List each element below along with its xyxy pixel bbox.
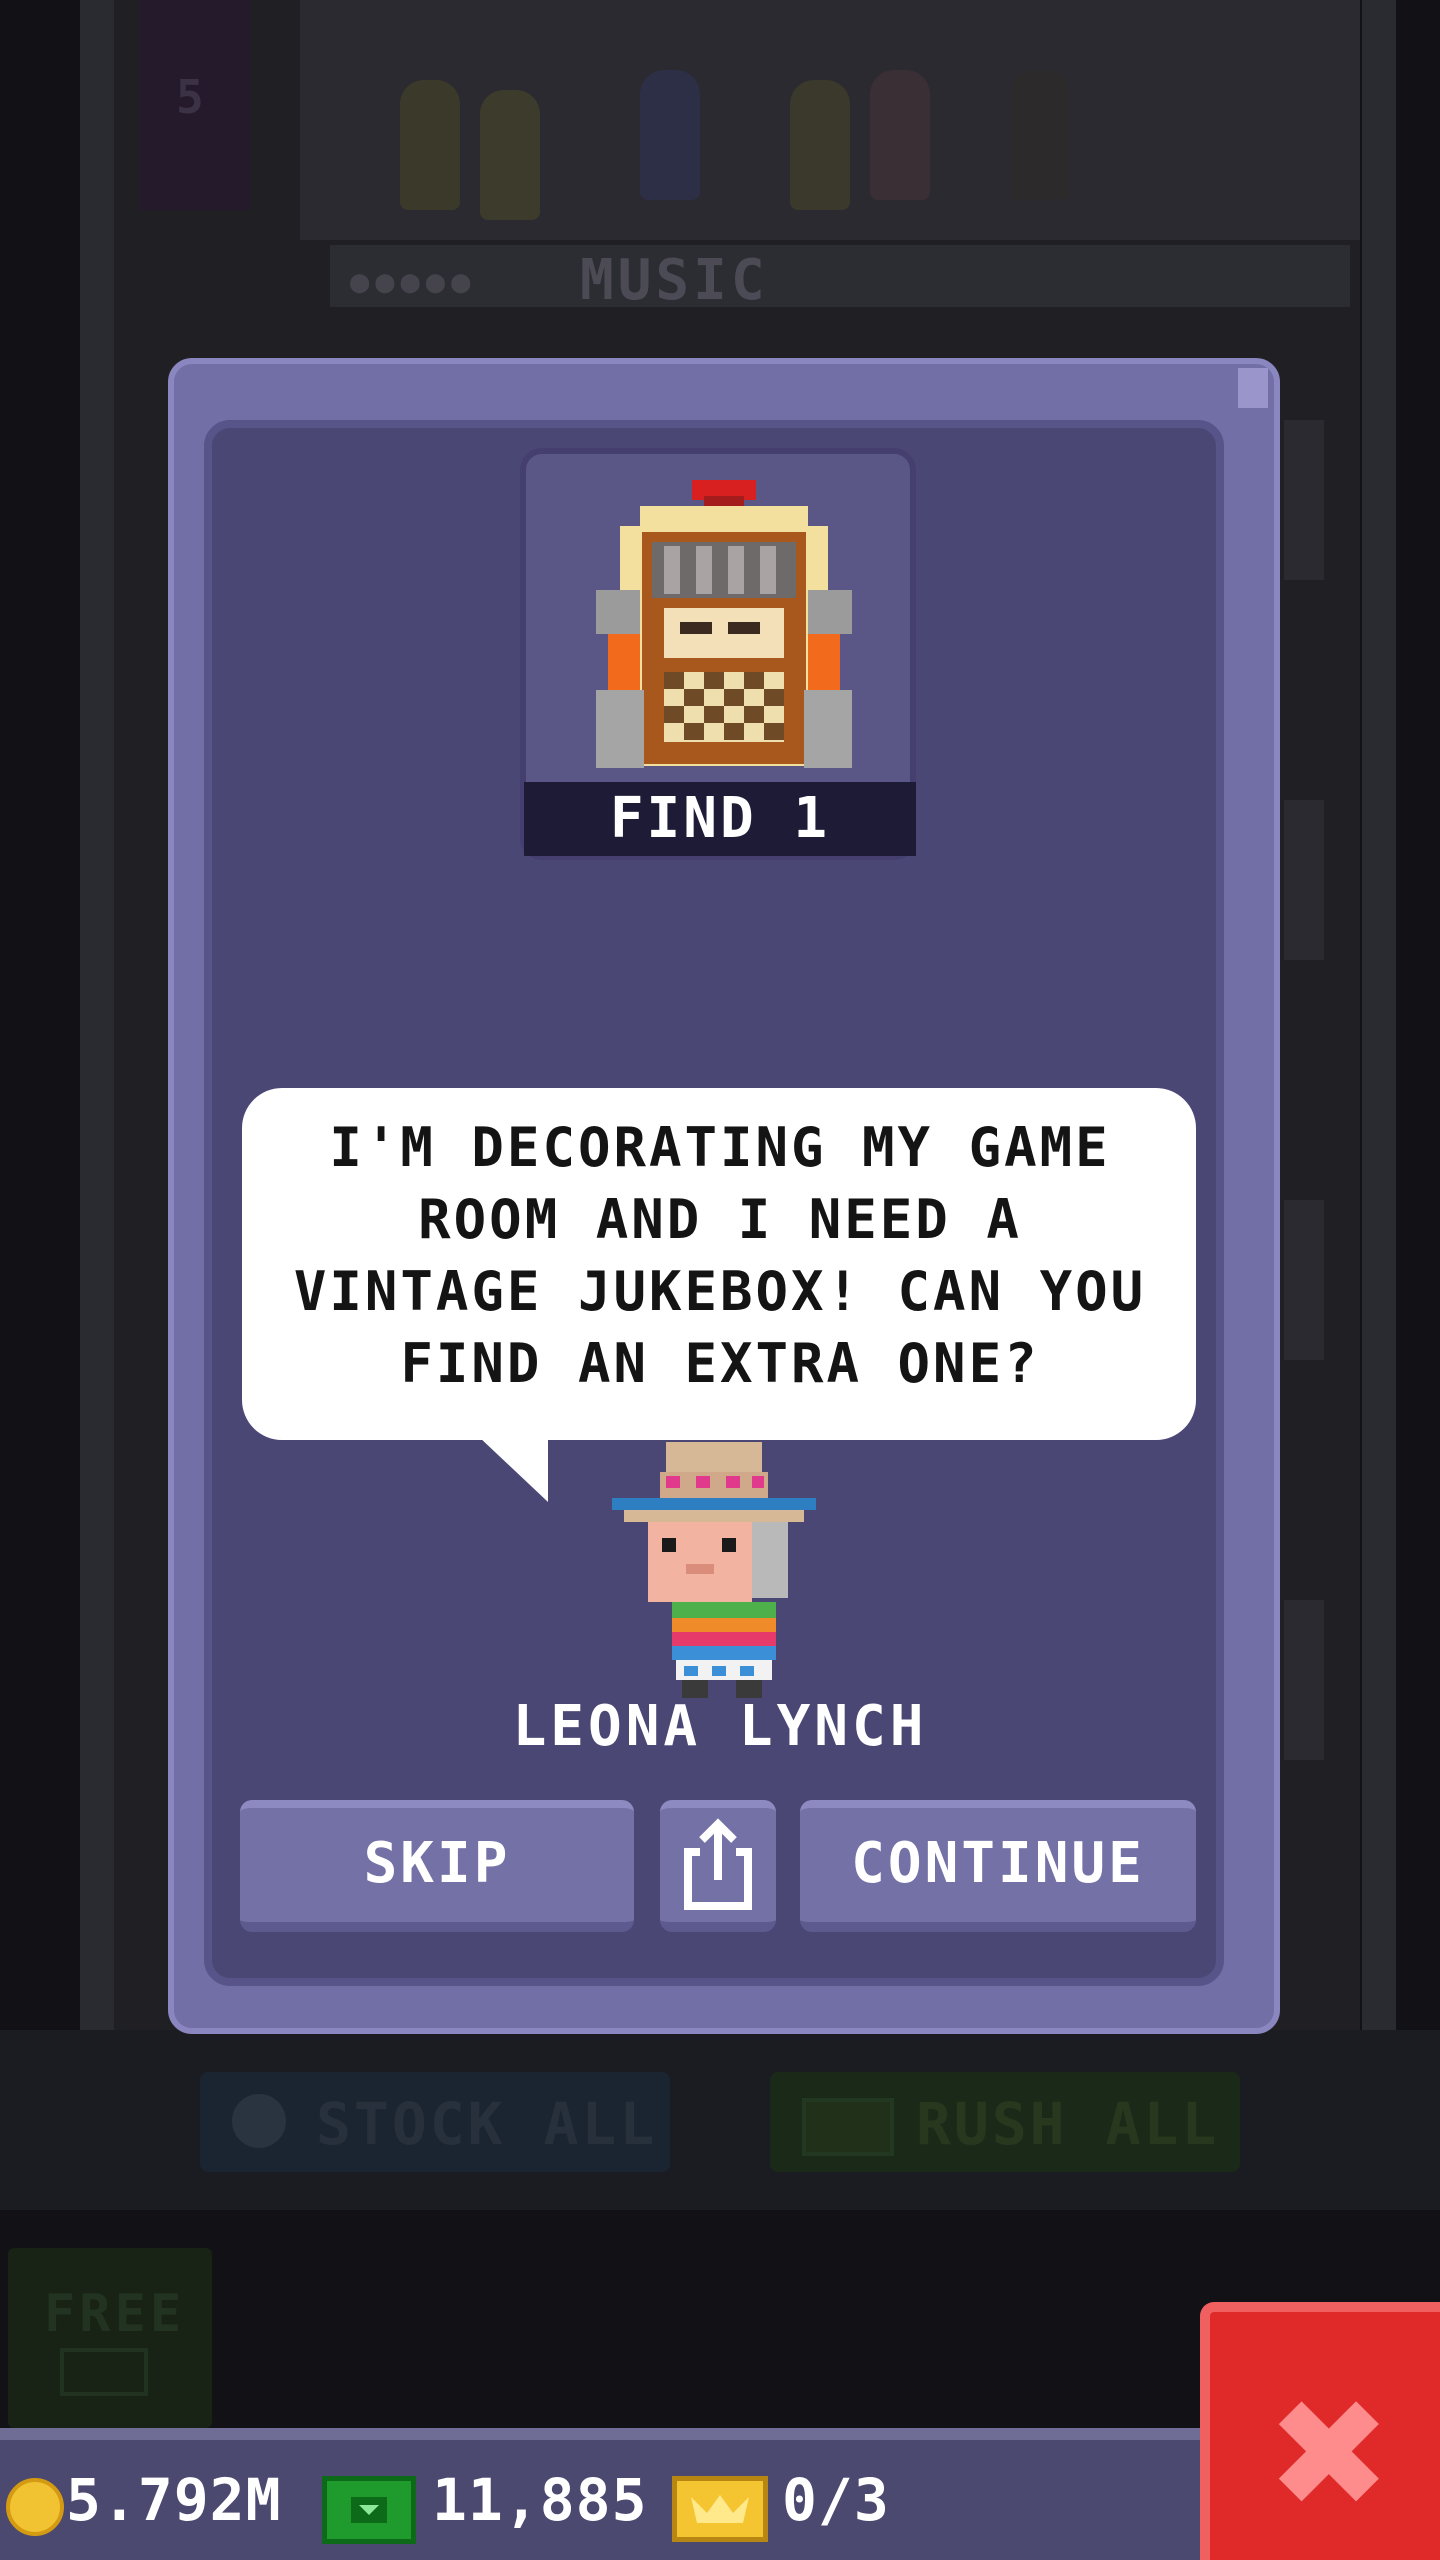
bux-icon [60, 2348, 148, 2396]
free-label: FREE [44, 2284, 186, 2344]
background-resident [400, 80, 460, 210]
find-count-label: FIND 1 [609, 786, 831, 851]
background-resident [640, 70, 700, 200]
skip-button[interactable]: SKIP [240, 1800, 634, 1932]
close-icon: ✖ [1266, 2368, 1392, 2542]
coins-value: 5.792M [66, 2466, 282, 2534]
background-resident [480, 90, 540, 220]
background-door-number: 5 [176, 70, 204, 124]
tower-bux-value: 11,885 [432, 2466, 648, 2534]
speech-bubble-tail [478, 1436, 548, 1502]
background-resident [1010, 70, 1070, 200]
speech-text: I'M DECORATING MY GAME ROOM AND I NEED A… [293, 1116, 1147, 1395]
vip-ticket-icon [672, 2476, 768, 2542]
background-floor-edge [1284, 1600, 1324, 1760]
bux-icon [802, 2098, 894, 2156]
floor-sign: MUSIC [580, 248, 769, 313]
stock-all-label: STOCK ALL [316, 2090, 658, 2158]
npc-character-avatar [612, 1442, 816, 1702]
background-floor-edge [1284, 800, 1324, 960]
dialog-corner-decoration [1238, 368, 1268, 408]
clock-icon [232, 2094, 286, 2148]
npc-name: LEONA LYNCH [512, 1694, 928, 1759]
tower-pillar-right [1362, 0, 1396, 2030]
background-floor-edge [1284, 1200, 1324, 1360]
background-resident [790, 80, 850, 210]
continue-button[interactable]: CONTINUE [800, 1800, 1196, 1932]
tower-bux-icon [322, 2476, 416, 2544]
coin-icon [6, 2478, 64, 2536]
share-button[interactable] [660, 1800, 776, 1932]
vip-tickets-value: 0/3 [782, 2466, 890, 2534]
background-floor-edge [1284, 420, 1324, 580]
share-icon [684, 1818, 752, 1910]
floor-workers-icon: ●●●●● [350, 262, 477, 300]
floor-sign-strip [330, 245, 1350, 307]
tower-pillar-left [80, 0, 114, 2030]
background-resident [870, 70, 930, 200]
jukebox-icon [596, 476, 852, 774]
rush-all-label: RUSH ALL [916, 2090, 1220, 2158]
